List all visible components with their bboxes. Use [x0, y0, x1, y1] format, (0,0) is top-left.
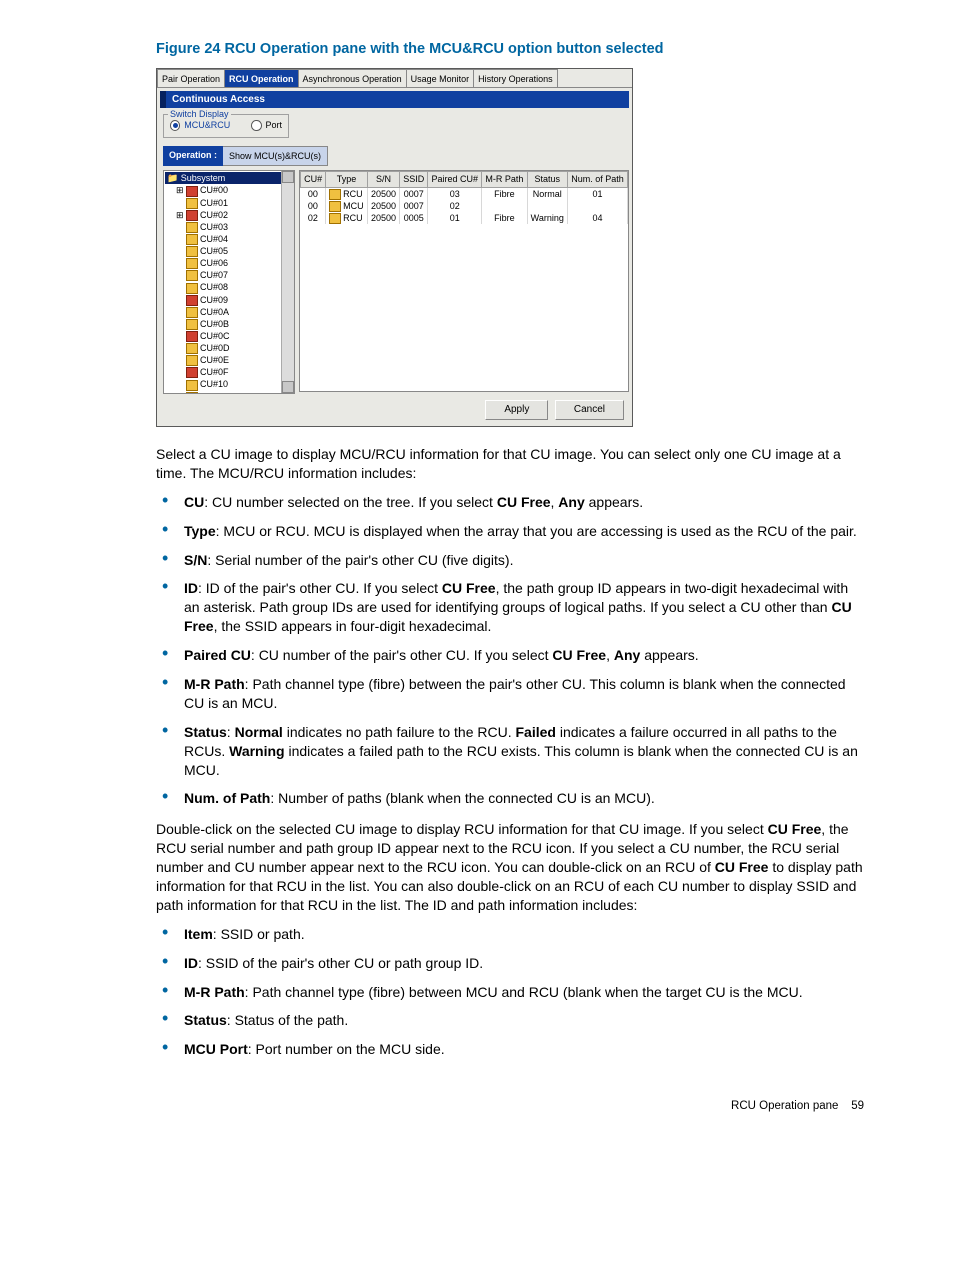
tab-pair-operation[interactable]: Pair Operation [157, 69, 225, 87]
list-item: ID: SSID of the pair's other CU or path … [156, 954, 864, 973]
list-item: CU: CU number selected on the tree. If y… [156, 493, 864, 512]
tree-item[interactable]: CU#11 [164, 391, 294, 395]
list-item: Paired CU: CU number of the pair's other… [156, 646, 864, 665]
operation-label: Operation : [163, 146, 223, 166]
rcu-operation-screenshot: Pair Operation RCU Operation Asynchronou… [156, 68, 633, 427]
figure-title: Figure 24 RCU Operation pane with the MC… [156, 40, 864, 60]
switch-display-legend: Switch Display [168, 108, 231, 120]
radio-port-label: Port [266, 119, 283, 131]
list-item: M-R Path: Path channel type (fibre) betw… [156, 675, 864, 713]
tree-item[interactable]: CU#09 [164, 294, 294, 306]
radio-mcurcu[interactable] [170, 120, 180, 131]
switch-display-group: Switch Display MCU&RCU Port [163, 114, 289, 138]
grid-header[interactable]: M-R Path [482, 172, 527, 187]
tree-item[interactable]: CU#0D [164, 342, 294, 354]
list-item: MCU Port: Port number on the MCU side. [156, 1040, 864, 1059]
tree-item[interactable]: CU#08 [164, 281, 294, 293]
tab-strip: Pair Operation RCU Operation Asynchronou… [157, 69, 632, 88]
grid-header[interactable]: Num. of Path [568, 172, 628, 187]
tree-item[interactable]: CU#0B [164, 318, 294, 330]
tab-rcu-operation[interactable]: RCU Operation [224, 69, 299, 87]
middle-paragraph: Double-click on the selected CU image to… [156, 820, 864, 914]
field-list-1: CU: CU number selected on the tree. If y… [156, 493, 864, 809]
grid-header[interactable]: SSID [400, 172, 428, 187]
panel-title: Continuous Access [160, 91, 629, 109]
field-list-2: Item: SSID or path. ID: SSID of the pair'… [156, 925, 864, 1059]
grid-header[interactable]: Type [326, 172, 368, 187]
tree-item[interactable]: CU#10 [164, 378, 294, 390]
tree-item[interactable]: CU#0C [164, 330, 294, 342]
list-item: Status: Status of the path. [156, 1011, 864, 1030]
grid-header[interactable]: Status [527, 172, 567, 187]
tab-usage-monitor[interactable]: Usage Monitor [406, 69, 475, 87]
tab-async-operation[interactable]: Asynchronous Operation [298, 69, 407, 87]
cu-tree[interactable]: 📁 Subsystem ⊞ CU#00CU#01⊞ CU#02CU#03CU#0… [163, 170, 295, 394]
tree-item[interactable]: CU#01 [164, 197, 294, 209]
list-item: Item: SSID or path. [156, 925, 864, 944]
grid-header[interactable]: CU# [301, 172, 326, 187]
table-row[interactable]: 00RCU20500000703FibreNormal01 [301, 187, 628, 200]
page-footer: RCU Operation pane 59 [156, 1099, 864, 1115]
tree-item[interactable]: CU#0F [164, 366, 294, 378]
list-item: M-R Path: Path channel type (fibre) betw… [156, 983, 864, 1002]
intro-paragraph: Select a CU image to display MCU/RCU inf… [156, 445, 864, 483]
tree-root[interactable]: 📁 Subsystem [165, 172, 293, 184]
grid-header[interactable]: S/N [367, 172, 399, 187]
tree-item[interactable]: CU#07 [164, 269, 294, 281]
tree-item[interactable]: ⊞ CU#02 [164, 209, 294, 221]
table-row[interactable]: 00MCU20500000702 [301, 200, 628, 212]
list-item: S/N: Serial number of the pair's other C… [156, 551, 864, 570]
rcu-grid[interactable]: CU#TypeS/NSSIDPaired CU#M-R PathStatusNu… [299, 170, 629, 392]
table-row[interactable]: 02RCU20500000501FibreWarning04 [301, 212, 628, 224]
list-item: Status: Normal indicates no path failure… [156, 723, 864, 780]
tree-item[interactable]: CU#05 [164, 245, 294, 257]
tree-item[interactable]: ⊞ CU#00 [164, 184, 294, 196]
list-item: Type: MCU or RCU. MCU is displayed when … [156, 522, 864, 541]
radio-port[interactable] [251, 120, 261, 131]
tree-item[interactable]: CU#03 [164, 221, 294, 233]
radio-mcurcu-label: MCU&RCU [184, 119, 230, 131]
tab-history-operations[interactable]: History Operations [473, 69, 558, 87]
tree-item[interactable]: CU#04 [164, 233, 294, 245]
apply-button[interactable]: Apply [485, 400, 548, 420]
tree-item[interactable]: CU#0A [164, 306, 294, 318]
operation-bar: Operation : Show MCU(s)&RCU(s) [163, 146, 629, 166]
tree-scrollbar[interactable] [281, 171, 294, 393]
operation-value[interactable]: Show MCU(s)&RCU(s) [223, 146, 328, 166]
list-item: ID: ID of the pair's other CU. If you se… [156, 579, 864, 636]
cancel-button[interactable]: Cancel [555, 400, 624, 420]
list-item: Num. of Path: Number of paths (blank whe… [156, 789, 864, 808]
tree-item[interactable]: CU#0E [164, 354, 294, 366]
grid-header[interactable]: Paired CU# [428, 172, 482, 187]
tree-item[interactable]: CU#06 [164, 257, 294, 269]
